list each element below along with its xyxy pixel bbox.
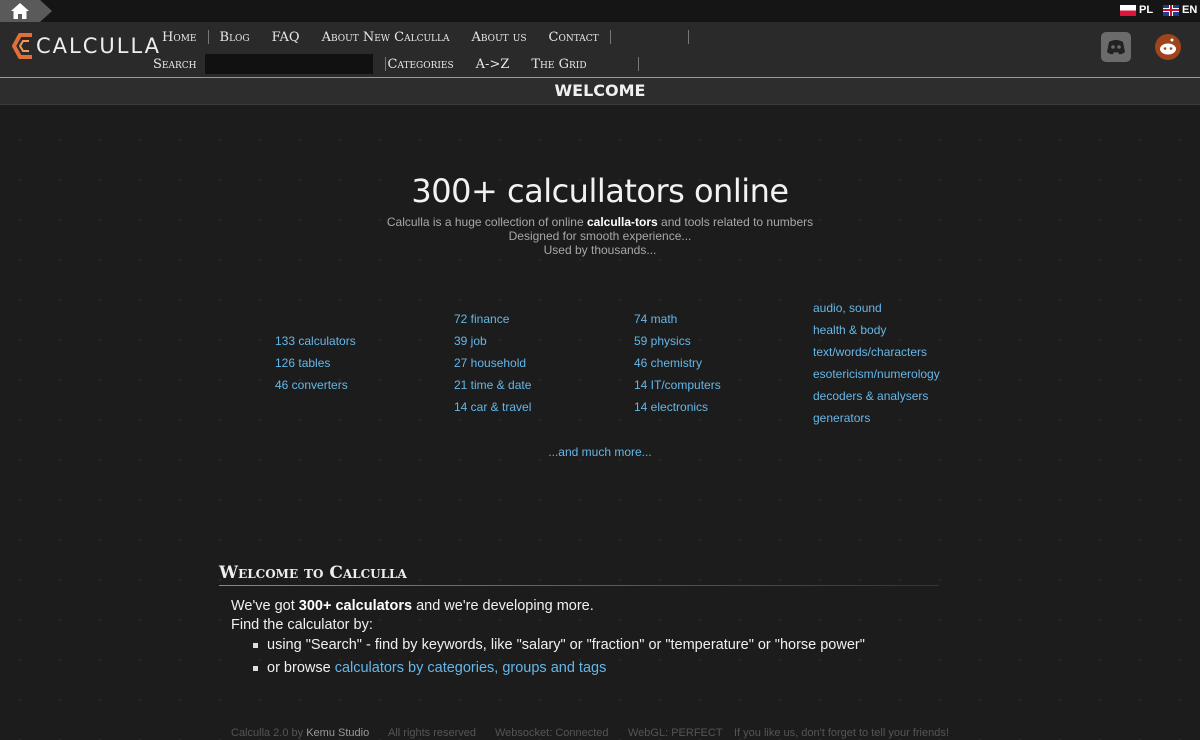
lang-en[interactable]: EN xyxy=(1163,4,1197,16)
home-icon xyxy=(11,3,29,19)
discord-icon[interactable] xyxy=(1101,32,1131,62)
hero-line-3: Used by thousands... xyxy=(543,243,657,257)
link-finance[interactable]: 72 finance xyxy=(454,312,509,326)
lang-pl[interactable]: PL xyxy=(1120,4,1153,16)
poland-flag-icon xyxy=(1120,4,1136,16)
nav-separator xyxy=(637,57,639,71)
link-decoders[interactable]: decoders & analysers xyxy=(813,389,928,403)
bullet-browse-pre: or browse xyxy=(267,660,335,676)
section-divider xyxy=(219,585,939,586)
link-time-date[interactable]: 21 time & date xyxy=(454,378,531,392)
footer-tell-friends: If you like us, don't forget to tell you… xyxy=(734,727,949,739)
link-electronics[interactable]: 14 electronics xyxy=(634,400,708,414)
logo-text: CALCULLA xyxy=(36,34,162,58)
hero-line-2: Designed for smooth experience... xyxy=(508,229,692,243)
hero-line-1: Calculla is a huge collection of online … xyxy=(0,215,1200,229)
hero-line-1-pre: Calculla is a huge collection of online xyxy=(386,215,587,229)
link-car-travel[interactable]: 14 car & travel xyxy=(454,400,531,414)
link-text-words[interactable]: text/words/characters xyxy=(813,345,927,359)
home-tab-arrow xyxy=(40,0,52,22)
section-title: Welcome to Calculla xyxy=(219,563,407,583)
search-label: Search xyxy=(153,56,197,72)
nav-home[interactable]: Home xyxy=(151,30,208,45)
hero-line-1-bold: calculla-tors xyxy=(586,215,658,229)
link-tables[interactable]: 126 tables xyxy=(275,356,330,370)
link-physics[interactable]: 59 physics xyxy=(634,334,691,348)
link-it-computers[interactable]: 14 IT/computers xyxy=(634,378,721,392)
search-input[interactable] xyxy=(204,54,373,74)
lang-pl-label: PL xyxy=(1139,4,1154,16)
link-health-body[interactable]: health & body xyxy=(813,323,886,337)
top-strip xyxy=(0,0,1200,22)
reddit-icon[interactable] xyxy=(1155,34,1181,60)
nav-categories[interactable]: Categories xyxy=(386,57,465,72)
section-paragraph-1: We've got 300+ calculators and we're dev… xyxy=(231,598,594,614)
link-household[interactable]: 27 household xyxy=(454,356,526,370)
footer-studio-link[interactable]: Kemu Studio xyxy=(306,727,369,739)
home-button[interactable] xyxy=(0,0,52,22)
section-paragraph-2: Find the calculator by: xyxy=(231,617,373,633)
sub-nav: Search Categories A->Z The Grid xyxy=(153,53,639,75)
link-esotericism[interactable]: esotericism/numerology xyxy=(813,367,940,381)
footer-rights: All rights reserved xyxy=(388,727,477,739)
footer-version-pre: Calculla 2.0 by xyxy=(231,727,307,739)
footer-webgl: WebGL: PERFECT xyxy=(628,727,723,739)
logo-icon xyxy=(12,33,32,59)
nav-separator xyxy=(609,30,611,44)
more-link[interactable]: ...and much more... xyxy=(0,445,1200,459)
nav-about-new[interactable]: About New Calculla xyxy=(311,30,461,45)
link-audio-sound[interactable]: audio, sound xyxy=(813,301,882,315)
nav-a-z[interactable]: A->Z xyxy=(465,57,521,72)
link-generators[interactable]: generators xyxy=(813,411,870,425)
nav-the-grid[interactable]: The Grid xyxy=(520,57,597,72)
link-converters[interactable]: 46 converters xyxy=(275,378,348,392)
link-math[interactable]: 74 math xyxy=(634,312,677,326)
lang-en-label: EN xyxy=(1182,4,1198,16)
welcome-bar: WELCOME xyxy=(0,78,1200,105)
nav-contact[interactable]: Contact xyxy=(538,30,610,45)
link-job[interactable]: 39 job xyxy=(454,334,487,348)
footer-version: Calculla 2.0 by Kemu Studio xyxy=(231,727,369,739)
link-calculators[interactable]: 133 calculators xyxy=(275,334,356,348)
welcome-bar-title: WELCOME xyxy=(554,81,646,100)
hero-title: 300+ calcullators online xyxy=(411,172,789,210)
p1-bold: 300+ calculators xyxy=(298,598,413,614)
link-chemistry[interactable]: 46 chemistry xyxy=(634,356,702,370)
nav-faq[interactable]: FAQ xyxy=(261,30,311,45)
header: CALCULLA Home Blog FAQ About New Calcull… xyxy=(0,22,1200,78)
main-nav: Home Blog FAQ About New Calculla About u… xyxy=(151,27,689,47)
bullet-browse: or browse calculators by categories, gro… xyxy=(252,660,607,676)
bullet-search: using "Search" - find by keywords, like … xyxy=(253,637,865,653)
nav-blog[interactable]: Blog xyxy=(209,30,261,45)
nav-about-us[interactable]: About us xyxy=(461,30,538,45)
footer-websocket: Websocket: Connected xyxy=(495,727,609,739)
p1-pre: We've got xyxy=(231,598,299,614)
p1-post: and we're developing more. xyxy=(412,598,594,614)
browse-categories-link[interactable]: calculators by categories, groups and ta… xyxy=(335,660,607,676)
uk-flag-icon xyxy=(1163,4,1179,16)
nav-separator xyxy=(687,30,689,44)
logo[interactable]: CALCULLA xyxy=(12,32,161,60)
hero-line-1-post: and tools related to numbers xyxy=(657,215,814,229)
